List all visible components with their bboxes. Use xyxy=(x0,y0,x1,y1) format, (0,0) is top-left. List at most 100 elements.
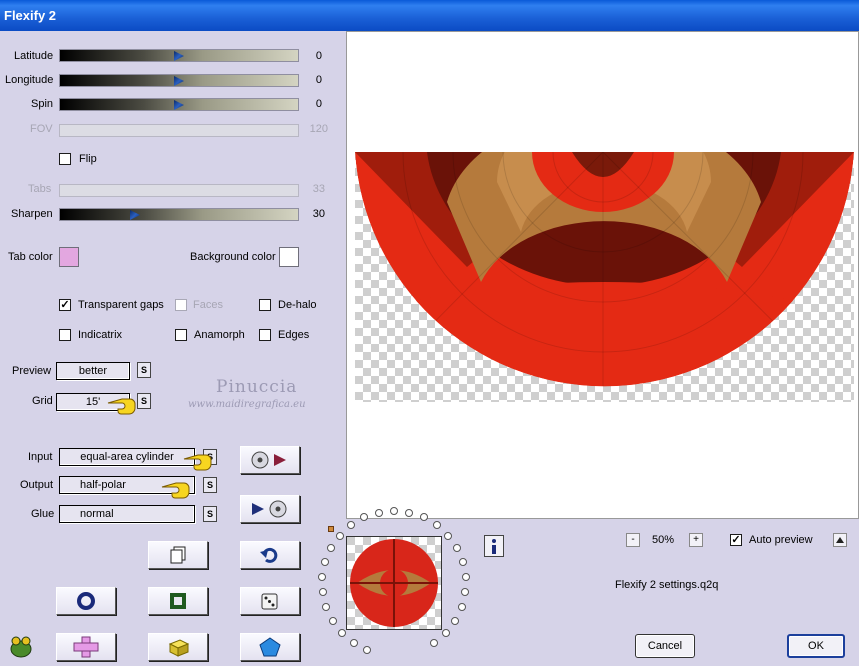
navigator-dot[interactable] xyxy=(335,531,344,540)
copy-icon xyxy=(170,546,186,564)
spin-slider-thumb[interactable] xyxy=(174,100,184,110)
navigator-dot[interactable] xyxy=(363,645,372,654)
anamorph-checkbox[interactable] xyxy=(175,329,187,341)
longitude-value: 0 xyxy=(315,74,322,86)
preview-s-button[interactable]: S xyxy=(137,362,151,378)
navigator-dot[interactable] xyxy=(318,573,327,582)
load-input-button[interactable] xyxy=(240,446,300,474)
square-icon xyxy=(170,593,186,609)
watermark-name: Pinuccia xyxy=(216,377,298,397)
tab-color-label: Tab color xyxy=(8,251,53,263)
navigator-dot[interactable] xyxy=(390,507,398,515)
preview-quality-select[interactable]: better xyxy=(56,362,130,380)
flip-label: Flip xyxy=(79,153,97,165)
auto-preview-checkbox[interactable]: ✓ xyxy=(730,534,742,546)
navigator-dot[interactable] xyxy=(328,616,337,625)
navigator-dot[interactable] xyxy=(405,508,414,517)
save-output-button[interactable] xyxy=(240,495,300,523)
watermark-url: www.maidiregrafica.eu xyxy=(188,399,306,410)
tab-color-swatch[interactable] xyxy=(59,247,79,267)
navigator-dot[interactable] xyxy=(451,616,460,625)
circle-shape-button[interactable] xyxy=(56,587,116,615)
blue-pentagon-icon xyxy=(259,637,281,657)
navigator-dot[interactable] xyxy=(347,521,356,530)
navigator-dot[interactable] xyxy=(461,588,470,597)
navigator-dot[interactable] xyxy=(321,558,330,567)
edges-checkbox[interactable] xyxy=(259,329,271,341)
auto-preview-label: Auto preview xyxy=(749,534,813,546)
info-button[interactable] xyxy=(484,535,504,557)
cross-shape-button[interactable] xyxy=(56,633,116,661)
navigator-dot[interactable] xyxy=(430,638,439,647)
sharpen-value: 30 xyxy=(312,208,325,220)
title-bar: Flexify 2 xyxy=(0,0,859,31)
zoom-out-button[interactable]: - xyxy=(626,533,640,547)
info-icon xyxy=(492,539,496,554)
random-button[interactable] xyxy=(240,587,300,615)
transparent-gaps-checkbox[interactable]: ✓ xyxy=(59,299,71,311)
anamorph-label: Anamorph xyxy=(194,329,245,341)
cancel-button[interactable]: Cancel xyxy=(635,634,695,658)
navigator-dot[interactable] xyxy=(441,629,450,638)
copy-button[interactable] xyxy=(148,541,208,569)
navigator-dot[interactable] xyxy=(322,603,331,612)
navigator-handle[interactable] xyxy=(328,526,334,532)
navigator-dot[interactable] xyxy=(452,544,461,552)
flip-checkbox[interactable] xyxy=(59,153,71,165)
input-projection-select[interactable]: equal-area cylinder xyxy=(59,448,195,466)
navigator-dot[interactable] xyxy=(458,558,467,567)
pentagon-shape-button[interactable] xyxy=(240,633,300,661)
glue-label: Glue xyxy=(31,508,55,520)
ring-icon xyxy=(77,592,95,610)
thumbnail-preview[interactable] xyxy=(346,536,442,630)
spin-value: 0 xyxy=(315,98,322,110)
longitude-label: Longitude xyxy=(5,74,54,86)
navigator-dot[interactable] xyxy=(338,629,347,638)
sharpen-slider-thumb[interactable] xyxy=(130,210,140,220)
background-color-label: Background color xyxy=(190,251,276,263)
caret-up-icon xyxy=(836,537,844,543)
output-s-button[interactable]: S xyxy=(203,477,217,493)
zoom-in-button[interactable]: + xyxy=(689,533,703,547)
faces-label: Faces xyxy=(193,299,223,311)
tabs-label: Tabs xyxy=(28,183,52,195)
sharpen-slider[interactable] xyxy=(59,208,299,221)
disc-play-icon xyxy=(251,451,286,469)
undo-button[interactable] xyxy=(240,541,300,569)
output-label: Output xyxy=(20,479,54,491)
navigator-dot[interactable] xyxy=(318,588,327,597)
glue-select[interactable]: normal xyxy=(59,505,195,523)
glue-s-button[interactable]: S xyxy=(203,506,217,522)
pink-cross-icon xyxy=(73,636,99,658)
check-mark-icon: ✓ xyxy=(731,534,741,546)
navigator-dot[interactable] xyxy=(444,531,453,540)
navigator-dot[interactable] xyxy=(327,544,336,552)
cube-shape-button[interactable] xyxy=(148,633,208,661)
background-color-swatch[interactable] xyxy=(279,247,299,267)
input-label: Input xyxy=(28,451,53,463)
navigator-dot[interactable] xyxy=(360,513,369,522)
navigator-dot[interactable] xyxy=(419,513,428,522)
latitude-slider[interactable] xyxy=(59,49,299,62)
latitude-slider-thumb[interactable] xyxy=(174,51,184,61)
spin-slider[interactable] xyxy=(59,98,299,111)
edges-label: Edges xyxy=(278,329,310,341)
square-shape-button[interactable] xyxy=(148,587,208,615)
ok-button[interactable]: OK xyxy=(787,634,845,658)
check-mark-icon: ✓ xyxy=(60,299,70,311)
preview-pane[interactable] xyxy=(346,31,859,519)
navigator-dot[interactable] xyxy=(349,638,358,647)
preview-quality-label: Preview xyxy=(12,365,52,377)
de-halo-checkbox[interactable] xyxy=(259,299,271,311)
dialog-body: Latitude 0 Longitude 0 Spin 0 FOV 120 Fl… xyxy=(0,31,859,666)
latitude-label: Latitude xyxy=(14,50,54,62)
navigator-dot[interactable] xyxy=(374,508,383,517)
longitude-slider[interactable] xyxy=(59,74,299,87)
collapse-button[interactable] xyxy=(833,533,847,547)
longitude-slider-thumb[interactable] xyxy=(174,76,184,86)
navigator-dot[interactable] xyxy=(457,603,466,612)
navigator-dot[interactable] xyxy=(432,521,441,530)
yellow-cube-icon xyxy=(168,639,190,657)
indicatrix-checkbox[interactable] xyxy=(59,329,71,341)
navigator-dot[interactable] xyxy=(461,573,470,582)
